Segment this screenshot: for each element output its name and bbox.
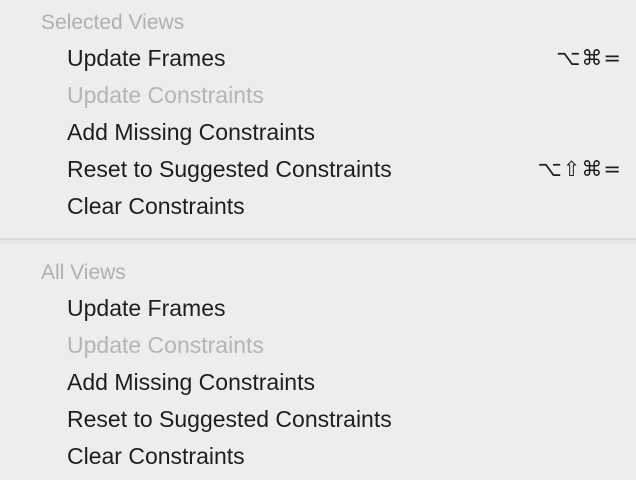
keyboard-shortcut: ⌥⇧⌘= (537, 157, 622, 181)
menu-item-label: Update Constraints (67, 332, 264, 358)
menu-item-reset-to-suggested-constraints-all[interactable]: Reset to Suggested Constraints (0, 401, 636, 438)
menu-item-label: Clear Constraints (67, 193, 245, 219)
menu-separator (0, 238, 636, 244)
selected-views-section: Selected Views Update Frames ⌥⌘= Update … (0, 6, 636, 225)
menu-item-add-missing-constraints-selected[interactable]: Add Missing Constraints (0, 114, 636, 151)
menu-item-label: Clear Constraints (67, 443, 245, 469)
menu-item-clear-constraints-all[interactable]: Clear Constraints (0, 438, 636, 475)
menu-item-label: Update Constraints (67, 82, 264, 108)
menu-item-update-frames-selected[interactable]: Update Frames ⌥⌘= (0, 40, 636, 77)
menu-item-update-frames-all[interactable]: Update Frames (0, 290, 636, 327)
menu-item-label: Add Missing Constraints (67, 119, 315, 145)
menu-item-label: Reset to Suggested Constraints (67, 406, 392, 432)
menu-item-reset-to-suggested-constraints-selected[interactable]: Reset to Suggested Constraints ⌥⇧⌘= (0, 151, 636, 188)
keyboard-shortcut: ⌥⌘= (556, 46, 622, 70)
menu-item-label: Reset to Suggested Constraints (67, 156, 392, 182)
selected-views-header: Selected Views (41, 11, 185, 34)
menu-item-update-constraints-all: Update Constraints (0, 327, 636, 364)
menu-item-clear-constraints-selected[interactable]: Clear Constraints (0, 188, 636, 225)
all-views-header: All Views (41, 261, 126, 284)
resolve-auto-layout-menu: Selected Views Update Frames ⌥⌘= Update … (0, 0, 636, 480)
all-views-section: All Views Update Frames Update Constrain… (0, 256, 636, 475)
menu-item-add-missing-constraints-all[interactable]: Add Missing Constraints (0, 364, 636, 401)
menu-item-label: Add Missing Constraints (67, 369, 315, 395)
menu-item-label: Update Frames (67, 45, 226, 71)
menu-item-label: Update Frames (67, 295, 226, 321)
menu-item-update-constraints-selected: Update Constraints (0, 77, 636, 114)
